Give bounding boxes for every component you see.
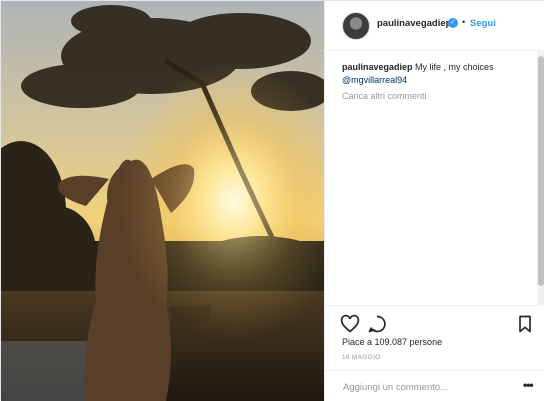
action-bar — [325, 309, 544, 339]
post-sidebar: paulinavegadiep ✓ • Segui paulinavegadie… — [324, 1, 544, 401]
sunset-silhouette-image — [1, 1, 324, 401]
bookmark-icon[interactable] — [515, 314, 535, 334]
verified-badge-icon: ✓ — [448, 18, 458, 28]
post-photo[interactable] — [1, 1, 324, 401]
comment-icon[interactable] — [367, 314, 387, 334]
comment-input[interactable] — [341, 378, 515, 396]
post-header: paulinavegadiep ✓ • Segui — [325, 1, 544, 51]
post-caption: paulinavegadiep My life , my choices @mg… — [342, 61, 532, 87]
more-options-button[interactable]: ••• — [523, 378, 534, 392]
post-date: 16 MAGGIO — [342, 354, 381, 361]
caption-text: My life , my choices — [415, 62, 494, 72]
caption-mention[interactable]: @mgvillarreal94 — [342, 75, 407, 85]
heart-icon[interactable] — [340, 314, 360, 334]
username-link[interactable]: paulinavegadiep — [377, 18, 451, 29]
instagram-post: paulinavegadiep ✓ • Segui paulinavegadie… — [0, 0, 544, 401]
avatar[interactable] — [342, 12, 370, 40]
caption-username[interactable]: paulinavegadiep — [342, 62, 413, 72]
comments-area: paulinavegadiep My life , my choices @mg… — [325, 51, 544, 306]
follow-button[interactable]: Segui — [470, 18, 496, 29]
load-more-comments-button[interactable]: Carica altri commenti — [342, 91, 427, 101]
scrollbar-thumb[interactable] — [538, 56, 544, 286]
add-comment-bar: ••• — [325, 370, 544, 401]
separator-dot: • — [462, 17, 466, 27]
likes-count[interactable]: Piace a 109.087 persone — [342, 337, 442, 347]
